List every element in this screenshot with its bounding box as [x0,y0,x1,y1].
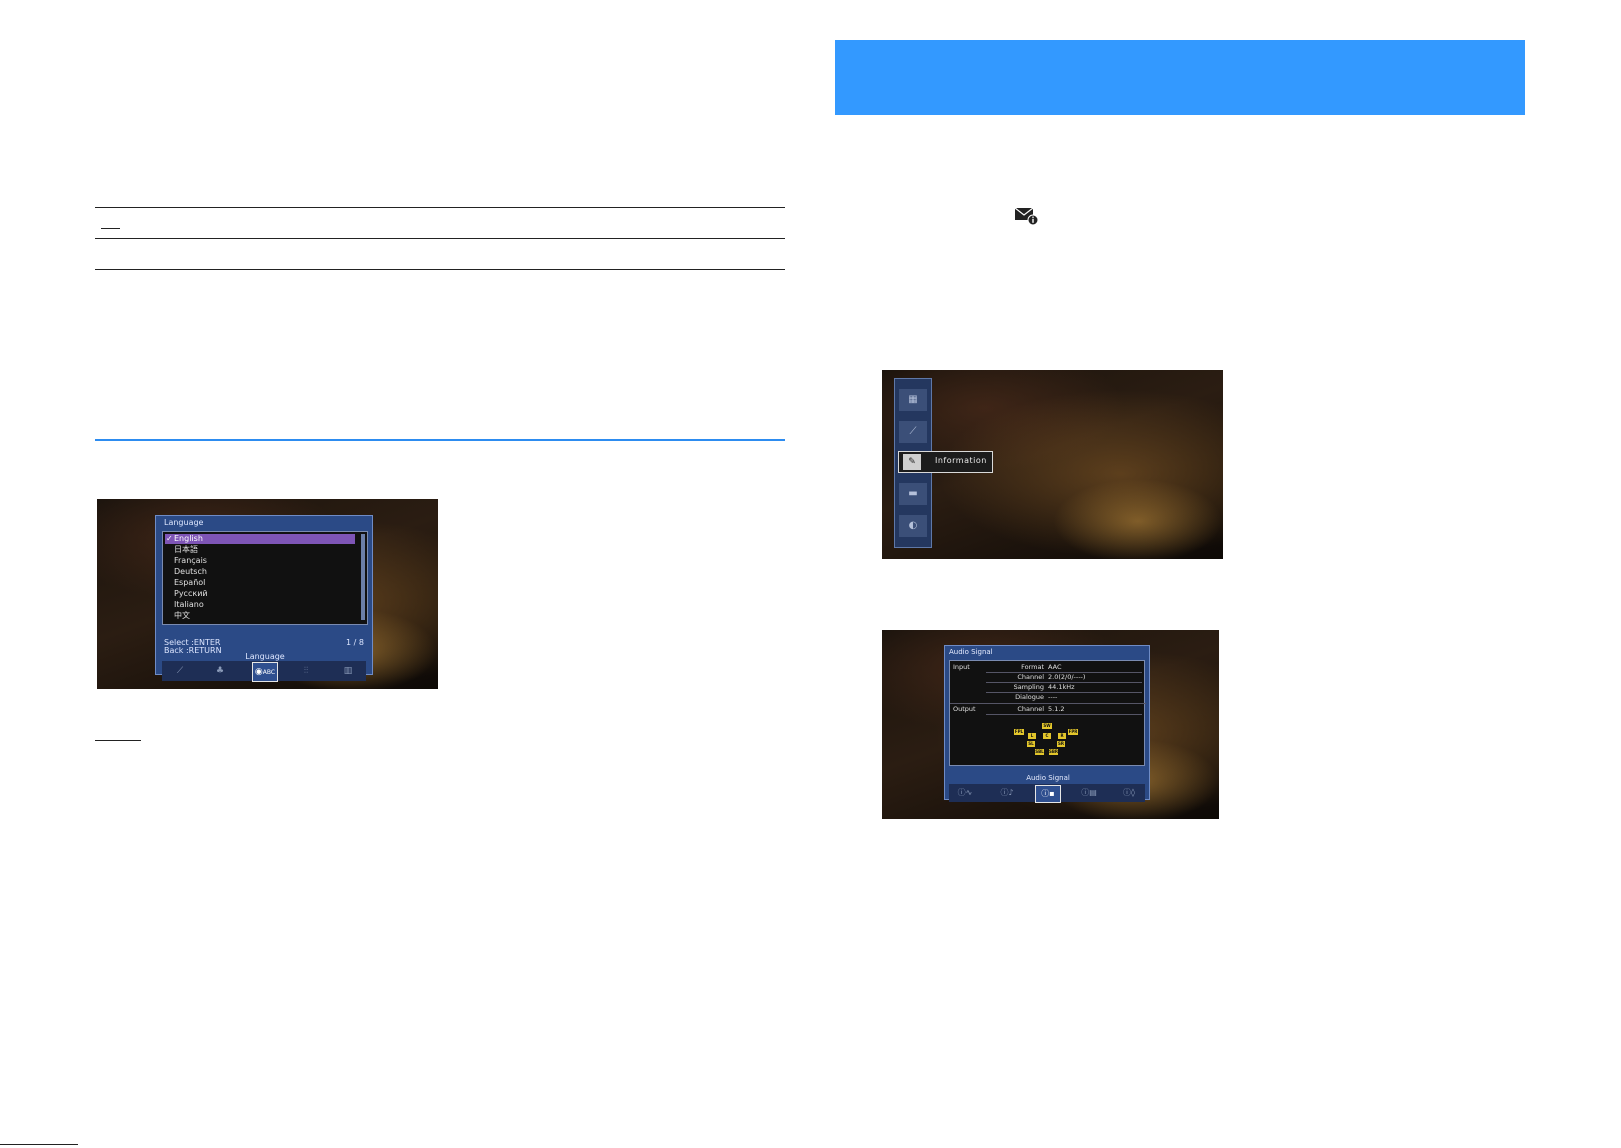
table-middle-rule [95,238,785,239]
language-section-label: Language [245,652,285,661]
speaker-sr: SR [1057,741,1065,747]
language-list: ✓ English 日本語 Français Deutsch Español Р… [162,531,368,625]
speaker-fpl: FPL [1014,729,1024,735]
dialogue-field: Dialogue [1015,693,1044,701]
footnote-mark [101,228,120,229]
format-value: AAC [1048,663,1062,671]
audio-signal-title: Audio Signal [949,648,993,656]
section-divider [95,439,785,441]
language-item-german[interactable]: Deutsch [165,567,355,577]
language-item-japanese[interactable]: 日本語 [165,545,355,555]
channel-field: Channel [1017,673,1044,681]
row-divider [986,714,1142,715]
format-field: Format [1021,663,1044,671]
information-menu-screenshot: ▦ ⟋ ▬ ◐ ✎ Information [882,370,1223,559]
speaker-sbr: SBR [1049,749,1059,755]
speaker-l: L [1028,733,1036,739]
grid-icon[interactable]: ▥ [336,662,360,680]
audio-signal-footer-label: Audio Signal [1026,774,1070,782]
language-item-chinese[interactable]: 中文 [165,611,355,621]
language-item-english[interactable]: ✓ English [165,534,355,544]
checkmark-icon: ✓ [166,534,173,543]
wrench-icon[interactable]: ⟋ [168,662,192,680]
speaker-r: R [1058,733,1066,739]
info-audio-icon[interactable]: ⓘ▪ [1035,785,1061,803]
channel-value: 2.0(2/0/----) [1048,673,1086,681]
envelope-info-icon [1015,207,1039,225]
speaker-fpr: FPR [1068,729,1078,735]
language-dialog-title: Language [164,518,204,527]
language-dialog: Language ✓ English 日本語 Français Deutsch … [155,515,373,682]
information-label: Information [935,456,987,465]
sampling-field: Sampling [1013,683,1044,691]
input-icon[interactable]: ▦ [899,389,927,411]
info-video-icon[interactable]: ⓘ▤ [1077,785,1101,801]
table-bottom-rule [95,269,785,270]
language-item-italian[interactable]: Italiano [165,600,355,610]
disc-icon[interactable]: ◐ [899,515,927,537]
section-header-bar [835,40,1525,115]
information-icon: ✎ [903,454,921,470]
information-menu-item[interactable]: ✎ Information [898,451,993,473]
info-input-icon[interactable]: ⓘ∿ [953,785,977,801]
audio-signal-screenshot: Audio Signal Input Format AAC Channel 2.… [882,630,1219,819]
speaker-sw: SW [1042,723,1052,729]
settings-icon-bar: ⟋ ♣ ◉ABC ⫶⫶ ▥ [162,661,366,682]
language-item-french[interactable]: Français [165,556,355,566]
speaker-sbl: SBL [1035,749,1044,755]
table-top-rule [95,207,785,208]
sampling-value: 44.1kHz [1048,683,1075,691]
information-icon-bar: ⓘ∿ ⓘ♪ ⓘ▪ ⓘ▤ ⓘ◊ [949,784,1145,803]
scrollbar[interactable] [361,534,365,620]
language-item-spanish[interactable]: Español [165,578,355,588]
note-underline [95,740,141,741]
audio-signal-table: Input Format AAC Channel 2.0(2/0/----) S… [949,660,1146,766]
page-indicator: 1 / 8 [346,638,364,647]
output-label: Output [953,705,976,713]
plant-icon[interactable]: ♣ [208,662,232,680]
output-channel-field: Channel [1017,705,1044,713]
globe-abc-icon[interactable]: ◉ABC [252,662,278,682]
language-screenshot: Language ✓ English 日本語 Français Deutsch … [97,499,438,689]
dialogue-value: ---- [1048,693,1058,701]
speaker-c: C [1043,733,1051,739]
info-dsp-icon[interactable]: ⓘ♪ [995,785,1019,801]
speaker-icon[interactable]: ▬ [899,483,927,505]
page-bottom-rule [0,1144,78,1145]
info-zone-icon[interactable]: ⓘ◊ [1117,785,1141,801]
speaker-sl: SL [1027,741,1035,747]
equalizer-icon[interactable]: ⫶⫶ [294,662,318,680]
row-divider [950,703,1146,704]
guitar-icon[interactable]: ⟋ [899,421,927,443]
output-channel-value: 5.1.2 [1048,705,1065,713]
audio-signal-dialog: Audio Signal Input Format AAC Channel 2.… [944,645,1150,803]
language-item-russian[interactable]: Русский [165,589,355,599]
input-label: Input [953,663,970,671]
